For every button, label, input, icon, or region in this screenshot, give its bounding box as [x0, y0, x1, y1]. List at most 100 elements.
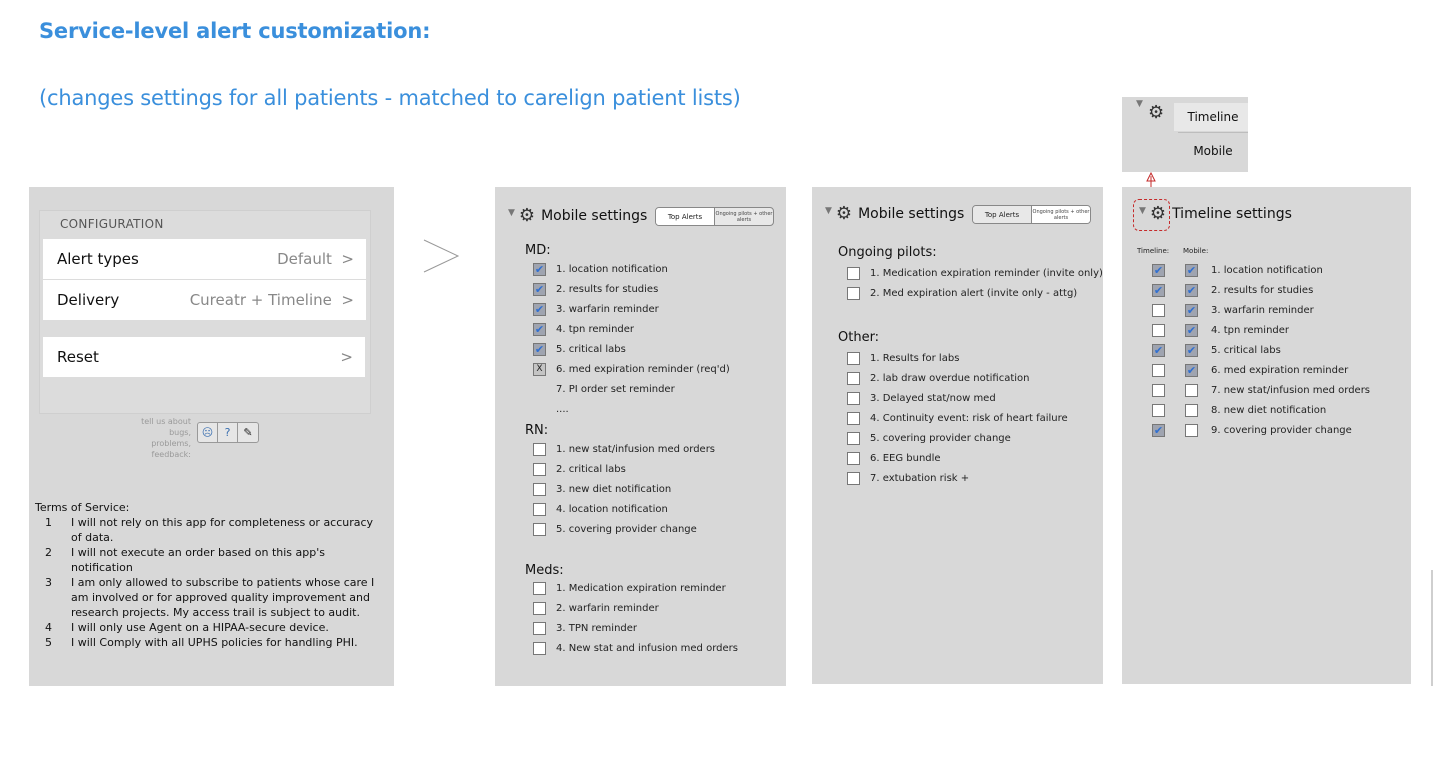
timeline-option: 4. tpn reminder [1152, 324, 1289, 337]
alert-checkbox[interactable] [533, 343, 546, 356]
alert-checkbox[interactable] [847, 287, 860, 300]
alert-checkbox[interactable] [847, 352, 860, 365]
page-heading: Service-level alert customization: [39, 19, 431, 43]
annotation-highlight-box [1133, 199, 1170, 231]
alert-checkbox[interactable] [533, 602, 546, 615]
meds-section-label: Meds: [525, 563, 564, 578]
alert-checkbox[interactable] [847, 472, 860, 485]
timeline-checkbox[interactable] [1152, 264, 1165, 277]
gear-icon[interactable]: ⚙ [519, 207, 535, 225]
tos-item-number: 2 [45, 546, 52, 559]
mobile-checkbox[interactable] [1185, 284, 1198, 297]
timeline-checkbox[interactable] [1152, 284, 1165, 297]
timeline-checkbox[interactable] [1152, 404, 1165, 417]
feedback-prompt: tell us about bugs, problems, feedback: [141, 417, 191, 459]
alert-option: 5. covering provider change [847, 432, 1011, 445]
timeline-checkbox[interactable] [1152, 344, 1165, 357]
alert-checkbox[interactable] [533, 642, 546, 655]
mobile-checkbox[interactable] [1185, 304, 1198, 317]
delivery-dropdown: ▼ ⚙ Timeline Mobile [1122, 97, 1248, 172]
alert-checkbox[interactable] [847, 267, 860, 280]
timeline-settings-panel: ▼ ⚙ Timeline settings Timeline: Mobile: … [1122, 187, 1411, 684]
alert-checkbox[interactable] [533, 463, 546, 476]
alert-option: 5. critical labs [533, 343, 626, 356]
disclosure-triangle-icon[interactable]: ▼ [508, 208, 515, 218]
alert-checkbox[interactable] [847, 432, 860, 445]
tab-ongoing-pilots[interactable]: Ongoing pilots + other alerts [1032, 206, 1090, 223]
alerts-segmented-control: Top Alerts Ongoing pilots + other alerts [972, 205, 1091, 224]
alert-option: 1. location notification [533, 263, 668, 276]
tos-item-number: 4 [45, 621, 52, 634]
mobile-checkbox[interactable] [1185, 384, 1198, 397]
alert-checkbox[interactable] [847, 372, 860, 385]
timeline-checkbox[interactable] [1152, 384, 1165, 397]
timeline-option-label: 7. new stat/infusion med orders [1211, 385, 1371, 396]
configuration-panel: CONFIGURATION Alert types Default > Deli… [29, 187, 394, 686]
md-section-label: MD: [525, 243, 551, 258]
reset-row[interactable]: Reset > [43, 337, 365, 377]
alert-checkbox[interactable] [533, 622, 546, 635]
alert-checkbox[interactable] [533, 263, 546, 276]
alert-option-label: 3. new diet notification [556, 484, 672, 495]
chevron-right-icon: > [341, 291, 354, 309]
tos-item-text: I am only allowed to subscribe to patien… [71, 576, 375, 619]
timeline-option: 7. new stat/infusion med orders [1152, 384, 1370, 397]
alert-checkbox[interactable] [533, 303, 546, 316]
alert-option-label: 1. Medication expiration reminder (invit… [870, 268, 1103, 279]
alert-checkbox[interactable] [533, 582, 546, 595]
gear-icon[interactable]: ⚙ [836, 205, 852, 223]
disclosure-triangle-icon[interactable]: ▼ [1136, 99, 1143, 109]
mobile-checkbox[interactable] [1185, 324, 1198, 337]
alert-types-row[interactable]: Alert types Default > [43, 239, 366, 279]
mobile-checkbox[interactable] [1185, 424, 1198, 437]
dropdown-option-timeline[interactable]: Timeline [1178, 110, 1248, 124]
alert-option: 7. extubation risk + [847, 472, 969, 485]
alert-option-label: 6. EEG bundle [870, 453, 941, 464]
mobile-checkbox[interactable] [1185, 344, 1198, 357]
alert-checkbox[interactable] [847, 452, 860, 465]
alert-checkbox[interactable] [533, 523, 546, 536]
tab-top-alerts[interactable]: Top Alerts [656, 208, 715, 225]
tos-item: 4 I will only use Agent on a HIPAA-secure… [35, 620, 381, 635]
help-icon[interactable]: ? [218, 423, 238, 442]
alert-option: 1. Medication expiration reminder (invit… [847, 267, 1103, 280]
timeline-checkbox[interactable] [1152, 364, 1165, 377]
alert-checkbox[interactable] [533, 503, 546, 516]
alert-checkbox[interactable] [533, 483, 546, 496]
sad-face-icon[interactable]: ☹ [198, 423, 218, 442]
alert-checkbox[interactable] [533, 363, 546, 376]
gear-icon[interactable]: ⚙ [1148, 104, 1164, 122]
alert-checkbox[interactable] [847, 392, 860, 405]
mobile-checkbox[interactable] [1185, 404, 1198, 417]
alert-option-label: 2. results for studies [556, 284, 659, 295]
timeline-checkbox[interactable] [1152, 324, 1165, 337]
tab-ongoing-pilots[interactable]: Ongoing pilots + other alerts [715, 208, 773, 225]
alert-checkbox[interactable] [533, 323, 546, 336]
mobile-checkbox[interactable] [1185, 364, 1198, 377]
timeline-checkbox[interactable] [1152, 424, 1165, 437]
alert-option: 4. New stat and infusion med orders [533, 642, 738, 655]
mobile-checkbox[interactable] [1185, 264, 1198, 277]
alert-checkbox[interactable] [533, 283, 546, 296]
alert-option: 2. lab draw overdue notification [847, 372, 1029, 385]
disclosure-triangle-icon[interactable]: ▼ [825, 206, 832, 216]
alert-option: 1. Results for labs [847, 352, 959, 365]
timeline-option-label: 2. results for studies [1211, 285, 1314, 296]
dropdown-option-mobile[interactable]: Mobile [1178, 144, 1248, 158]
alert-checkbox[interactable] [533, 443, 546, 456]
alert-option: 3. Delayed stat/now med [847, 392, 996, 405]
delivery-row[interactable]: Delivery Cureatr + Timeline > [43, 280, 366, 320]
edit-pencil-icon[interactable]: ✎ [238, 423, 258, 442]
timeline-checkbox[interactable] [1152, 304, 1165, 317]
alert-option-label: 4. tpn reminder [556, 324, 635, 335]
timeline-option-label: 4. tpn reminder [1211, 325, 1290, 336]
alert-option: 4. Continuity event: risk of heart failu… [847, 412, 1068, 425]
timeline-option: 9. covering provider change [1152, 424, 1352, 437]
chevron-right-icon [423, 239, 460, 273]
alert-option-label: 2. Med expiration alert (invite only - a… [870, 288, 1078, 299]
alert-option-label: 5. covering provider change [556, 524, 697, 535]
alert-option-label: 7. PI order set reminder [556, 384, 675, 395]
tab-top-alerts[interactable]: Top Alerts [973, 206, 1032, 223]
alert-checkbox[interactable] [847, 412, 860, 425]
terms-of-service: Terms of Service: 1 I will not rely on th… [35, 500, 381, 650]
